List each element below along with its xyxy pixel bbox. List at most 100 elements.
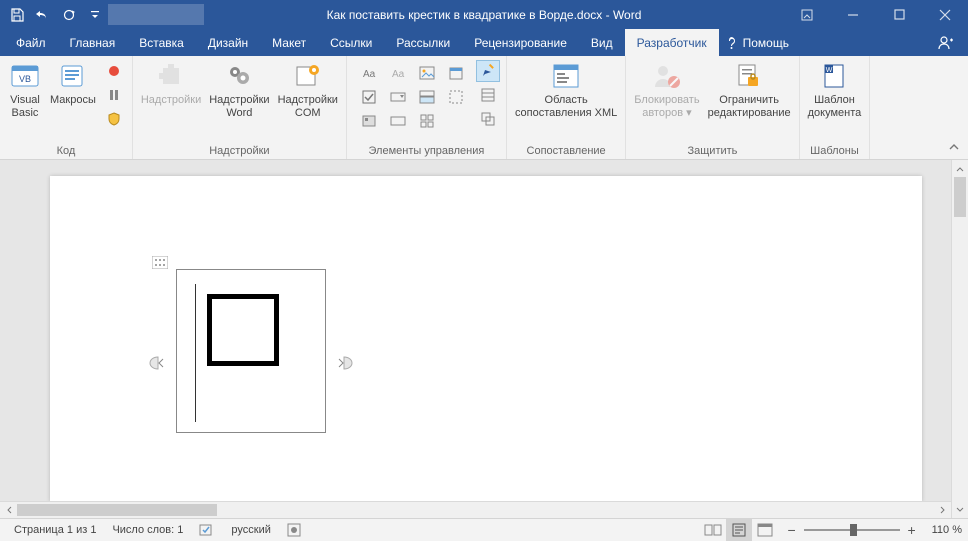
zoom-in-button[interactable]: +: [904, 522, 920, 538]
macros-button[interactable]: Макросы: [46, 58, 100, 109]
record-macro-button[interactable]: [102, 60, 126, 82]
group-protect: Блокировать авторов ▾ Ограничить редакти…: [626, 56, 799, 159]
group-code: VB Visual Basic Макросы Код: [0, 56, 133, 159]
web-layout-button[interactable]: [752, 519, 778, 541]
group-mapping: Область сопоставления XML Сопоставление: [507, 56, 626, 159]
group-mapping-label: Сопоставление: [511, 145, 621, 159]
visual-basic-label: Visual Basic: [10, 94, 40, 120]
document-area: [0, 160, 968, 518]
word-addins-label: Надстройки Word: [209, 94, 269, 120]
handle-right[interactable]: [335, 356, 353, 370]
scroll-right-button[interactable]: [934, 502, 951, 518]
com-addins-label: Надстройки COM: [278, 94, 338, 120]
minimize-button[interactable]: [830, 0, 876, 29]
tab-file[interactable]: Файл: [4, 29, 58, 56]
spellcheck-status[interactable]: [191, 519, 223, 541]
qat-customize-button[interactable]: [82, 0, 108, 29]
xml-mapping-label: Область сопоставления XML: [515, 94, 617, 120]
dropdown-control-button[interactable]: [415, 86, 439, 108]
block-authors-button[interactable]: Блокировать авторов ▾: [630, 58, 703, 122]
zoom-slider-thumb[interactable]: [850, 524, 857, 536]
svg-text:Aa: Aa: [363, 69, 376, 80]
account-area[interactable]: [108, 4, 204, 25]
tell-me-label: Помощь: [743, 36, 789, 50]
content-control-frame[interactable]: [176, 269, 326, 433]
checkbox-control-button[interactable]: [357, 86, 381, 108]
maximize-button[interactable]: [876, 0, 922, 29]
com-addins-button[interactable]: Надстройки COM: [274, 58, 342, 122]
combobox-control-button[interactable]: [386, 86, 410, 108]
save-button[interactable]: [4, 0, 30, 29]
macro-security-button[interactable]: [102, 108, 126, 130]
read-mode-button[interactable]: [700, 519, 726, 541]
visual-basic-button[interactable]: VB Visual Basic: [4, 58, 46, 122]
word-count-status[interactable]: Число слов: 1: [104, 519, 191, 541]
collapse-ribbon-button[interactable]: [946, 139, 962, 155]
tab-layout[interactable]: Макет: [260, 29, 318, 56]
undo-button[interactable]: [30, 0, 56, 29]
close-button[interactable]: [922, 0, 968, 29]
design-mode-button[interactable]: [476, 60, 500, 82]
xml-mapping-button[interactable]: Область сопоставления XML: [511, 58, 621, 122]
zoom-slider: − +: [778, 522, 926, 538]
svg-text:W: W: [826, 67, 833, 74]
print-layout-button[interactable]: [726, 519, 752, 541]
legacy-tools-button[interactable]: [357, 110, 381, 132]
scroll-down-button[interactable]: [952, 501, 968, 518]
vertical-scroll-thumb[interactable]: [954, 177, 966, 217]
group-protect-label: Защитить: [630, 145, 794, 159]
macro-recording-status[interactable]: [279, 519, 309, 541]
zoom-level[interactable]: 110 %: [926, 524, 962, 536]
group-addins-label: Надстройки: [137, 145, 342, 159]
repeating-section-control-button[interactable]: [415, 110, 439, 132]
group-controls-label: Элементы управления: [351, 145, 502, 159]
scroll-left-button[interactable]: [0, 502, 17, 518]
square-shape[interactable]: [207, 294, 279, 366]
addins-button[interactable]: Надстройки: [137, 58, 205, 109]
redo-button[interactable]: [56, 0, 82, 29]
group-controls: Aa Aa: [347, 56, 507, 159]
scroll-up-button[interactable]: [952, 160, 968, 177]
vertical-scrollbar[interactable]: [951, 160, 968, 518]
horizontal-scrollbar[interactable]: [0, 501, 951, 518]
zoom-slider-track[interactable]: [804, 529, 900, 531]
ribbon-options-button[interactable]: [784, 0, 830, 29]
share-button[interactable]: [924, 29, 968, 56]
language-status[interactable]: русский: [223, 519, 278, 541]
handle-left[interactable]: [149, 356, 167, 370]
tab-insert[interactable]: Вставка: [127, 29, 196, 56]
pause-recording-button[interactable]: [102, 84, 126, 106]
page-number-status[interactable]: Страница 1 из 1: [6, 519, 104, 541]
visual-basic-icon: VB: [9, 60, 41, 92]
addins-icon: [155, 60, 187, 92]
tab-developer[interactable]: Разработчик: [625, 29, 719, 56]
group-control-button[interactable]: [444, 86, 468, 108]
block-authors-label: Блокировать авторов ▾: [634, 94, 699, 120]
text-cursor: [195, 284, 196, 422]
anchor-icon: [152, 256, 168, 269]
tab-view[interactable]: Вид: [579, 29, 625, 56]
plain-text-control-button[interactable]: Aa: [386, 62, 410, 84]
tab-home[interactable]: Главная: [58, 29, 128, 56]
tab-references[interactable]: Ссылки: [318, 29, 384, 56]
building-block-control-button[interactable]: [386, 110, 410, 132]
tab-design[interactable]: Дизайн: [196, 29, 260, 56]
group-ungroup-button[interactable]: [476, 108, 500, 130]
page[interactable]: [50, 176, 922, 502]
properties-button[interactable]: [476, 84, 500, 106]
horizontal-scroll-thumb[interactable]: [17, 504, 217, 516]
tab-mailings[interactable]: Рассылки: [384, 29, 462, 56]
tell-me-button[interactable]: Помощь: [719, 29, 801, 56]
quick-access-toolbar: [0, 0, 108, 29]
window-title: Как поставить крестик в квадратике в Вор…: [327, 8, 642, 22]
title-bar: Как поставить крестик в квадратике в Вор…: [0, 0, 968, 29]
word-addins-button[interactable]: Надстройки Word: [205, 58, 273, 122]
zoom-out-button[interactable]: −: [784, 522, 800, 538]
date-picker-control-button[interactable]: [444, 62, 468, 84]
document-template-button[interactable]: W Шаблон документа: [804, 58, 866, 122]
restrict-editing-button[interactable]: Ограничить редактирование: [704, 58, 795, 122]
macros-icon: [57, 60, 89, 92]
rich-text-control-button[interactable]: Aa: [357, 62, 381, 84]
picture-control-button[interactable]: [415, 62, 439, 84]
tab-review[interactable]: Рецензирование: [462, 29, 579, 56]
